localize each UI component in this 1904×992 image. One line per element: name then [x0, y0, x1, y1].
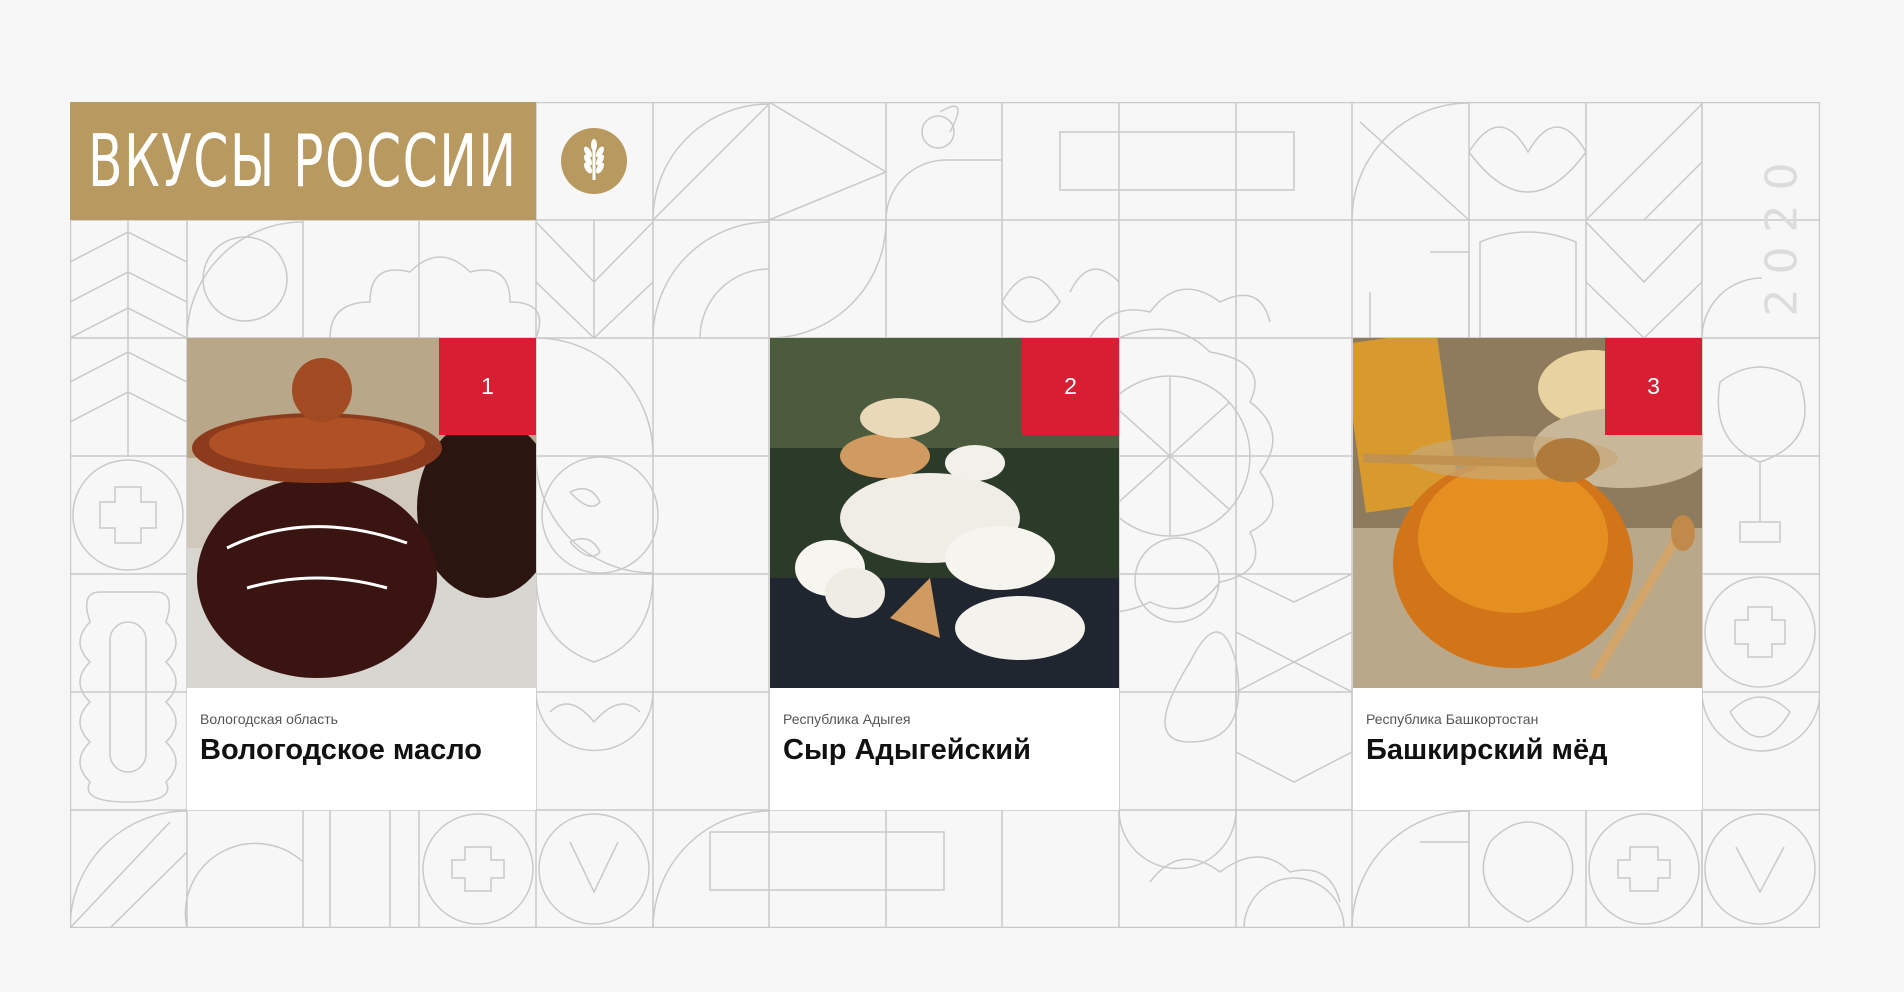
- title-banner: ВКУСЫ РОССИИ: [70, 102, 536, 220]
- rank-badge: 2: [1022, 338, 1119, 435]
- region-label: Республика Адыгея: [783, 711, 911, 727]
- rank-badge: 1: [439, 338, 536, 435]
- product-card-1[interactable]: 1 Вологодская область Вологодское масло: [187, 338, 536, 810]
- product-name: Башкирский мёд: [1366, 734, 1608, 766]
- product-name: Сыр Адыгейский: [783, 734, 1031, 766]
- year-label: 2020: [1756, 148, 1808, 316]
- page-title: ВКУСЫ РОССИИ: [88, 119, 518, 203]
- region-label: Республика Башкортостан: [1366, 711, 1539, 727]
- product-card-3[interactable]: 3 Республика Башкортостан Башкирский мёд: [1353, 338, 1702, 810]
- rank-badge: 3: [1605, 338, 1702, 435]
- poster-board: ВКУСЫ РОССИИ 2020 1 Вологодская область …: [70, 102, 1820, 928]
- region-label: Вологодская область: [200, 711, 338, 727]
- product-card-2[interactable]: 2 Республика Адыгея Сыр Адыгейский: [770, 338, 1119, 810]
- wheat-icon: [561, 128, 627, 194]
- product-name: Вологодское масло: [200, 734, 482, 766]
